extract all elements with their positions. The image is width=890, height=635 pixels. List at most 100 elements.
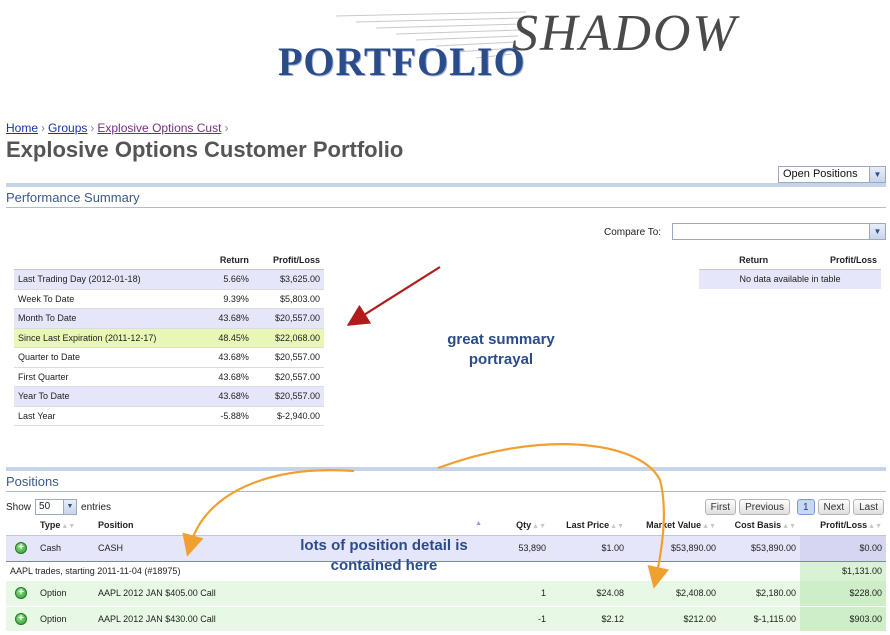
column-header-market-value[interactable]: Market Value▲▼ (628, 516, 720, 536)
column-header-type[interactable]: Type▲▼ (36, 516, 94, 536)
page-1-button[interactable]: 1 (796, 499, 815, 515)
compare-to-label: Compare To: (604, 227, 662, 238)
expand-plus-icon[interactable]: + (15, 542, 27, 554)
profit-loss-value: $5,803.00 (252, 289, 324, 309)
last-page-button[interactable]: Last (853, 499, 884, 515)
period-label: Week To Date (14, 289, 204, 309)
breadcrumb-groups-link[interactable]: Groups (48, 121, 87, 135)
column-header-label: Cost Basis (734, 520, 782, 531)
return-value: 43.68% (203, 308, 253, 329)
column-header-profit-loss: Profit/Loss (252, 252, 324, 270)
column-header-profit-loss[interactable]: Profit/Loss▲▼ (800, 516, 886, 536)
position-row-option: + Option AAPL 2012 JAN $405.00 Call 1 $2… (6, 581, 886, 607)
profit-loss-value: $20,557.00 (252, 386, 324, 407)
type-cell: Option (36, 581, 94, 607)
period-label: Month To Date (14, 308, 204, 329)
cost-basis-cell: $2,180.00 (720, 581, 800, 607)
next-page-button[interactable]: Next (817, 499, 851, 515)
period-label: Last Year (14, 406, 204, 426)
market-value-cell: $53,890.00 (628, 534, 720, 562)
profit-loss-value: $22,068.00 (252, 328, 324, 348)
page-size-value: 50 (39, 501, 51, 512)
period-label: Since Last Expiration (2011-12-17) (14, 328, 204, 348)
column-header-label: Position (98, 520, 134, 531)
table-row: First Quarter 43.68% $20,557.00 (14, 367, 324, 387)
expand-cell: + (6, 581, 36, 607)
compare-to-select[interactable]: ▼ (672, 223, 886, 240)
return-value: 5.66% (203, 269, 253, 290)
qty-cell: 53,890 (486, 534, 550, 562)
sort-icon: ▲▼ (61, 523, 76, 531)
period-label: Last Trading Day (2012-01-18) (14, 269, 204, 290)
view-select-value: Open Positions (783, 168, 858, 180)
column-header-label: Market Value (646, 520, 702, 531)
column-header-label: Type (40, 520, 61, 531)
position-row-option: + Option AAPL 2012 JAN $430.00 Call -1 $… (6, 606, 886, 632)
breadcrumb-home-link[interactable]: Home (6, 121, 38, 135)
annotation-line: portrayal (468, 351, 534, 368)
expand-plus-icon[interactable]: + (15, 587, 27, 600)
section-rule (6, 491, 886, 492)
column-header-position[interactable]: Position ▲ (94, 516, 486, 536)
breadcrumb-current-link[interactable]: Explosive Options Cust (97, 121, 221, 135)
return-value: 43.68% (203, 367, 253, 387)
performance-summary-title: Performance Summary (6, 190, 140, 205)
column-header-profit-loss: Profit/Loss (772, 252, 881, 270)
logo-word-portfolio: PORTFOLIO (278, 39, 526, 84)
breadcrumb-separator: › (41, 121, 46, 135)
return-value: 43.68% (203, 386, 253, 407)
table-row: Last Year -5.88% $-2,940.00 (14, 406, 324, 426)
first-page-button[interactable]: First (704, 499, 737, 515)
column-header-qty[interactable]: Qty▲▼ (486, 516, 550, 536)
show-label: Show (6, 501, 32, 513)
empty-table-message: No data available in table (699, 269, 881, 289)
chevron-down-icon: ▼ (869, 224, 885, 239)
positions-title: Positions (6, 474, 59, 489)
column-header-last-price[interactable]: Last Price▲▼ (550, 516, 628, 536)
sort-icon: ▲▼ (702, 523, 716, 531)
page-size-select[interactable]: 50 ▼ (35, 499, 78, 515)
profit-loss-value: $-2,940.00 (252, 406, 324, 426)
period-label: First Quarter (14, 367, 204, 387)
table-header-row: Return Profit/Loss (14, 252, 324, 270)
column-header-return: Return (699, 252, 773, 270)
column-header-label: Profit/Loss (820, 520, 868, 531)
sort-icon: ▲▼ (610, 523, 624, 531)
table-row: Month To Date 43.68% $20,557.00 (14, 308, 324, 329)
profit-loss-value: $20,557.00 (252, 367, 324, 387)
return-value: 43.68% (203, 347, 253, 368)
annotation-summary: great summary portrayal (436, 330, 566, 370)
sort-icon: ▲▼ (868, 523, 882, 531)
column-header-cost-basis[interactable]: Cost Basis▲▼ (720, 516, 800, 536)
annotation-line: great summary (447, 331, 555, 348)
section-divider (6, 467, 886, 471)
table-header-row: Type▲▼ Position ▲ Qty▲▼ Last Price▲▼ Mark… (6, 516, 886, 536)
pagination: First Previous 1 Next Last (704, 499, 884, 515)
expand-cell: + (6, 534, 36, 562)
section-divider (6, 183, 886, 187)
annotation-line: contained here (330, 557, 438, 574)
view-select[interactable]: Open Positions ▼ (778, 166, 886, 183)
expand-cell: + (6, 606, 36, 632)
column-header-label: Qty (516, 520, 532, 531)
column-header-period (14, 252, 204, 270)
profit-loss-cell: $0.00 (800, 534, 886, 562)
profit-loss-value: $20,557.00 (252, 308, 324, 329)
market-value-cell: $2,408.00 (628, 581, 720, 607)
previous-page-button[interactable]: Previous (739, 499, 790, 515)
profit-loss-cell: $903.00 (800, 606, 886, 632)
sort-icon: ▲▼ (782, 523, 796, 531)
table-row: Week To Date 9.39% $5,803.00 (14, 289, 324, 309)
return-value: 48.45% (203, 328, 253, 348)
breadcrumb-separator: › (90, 121, 95, 135)
trade-group-profit-loss: $1,131.00 (800, 561, 886, 581)
last-price-cell: $2.12 (550, 606, 628, 632)
table-row: Quarter to Date 43.68% $20,557.00 (14, 347, 324, 368)
column-header-expand (6, 516, 36, 536)
sort-icon: ▲▼ (532, 523, 546, 531)
expand-plus-icon[interactable]: + (15, 612, 27, 625)
type-cell: Option (36, 606, 94, 632)
return-value: 9.39% (203, 289, 253, 309)
entries-label: entries (81, 501, 112, 513)
chevron-down-icon: ▼ (63, 500, 77, 514)
